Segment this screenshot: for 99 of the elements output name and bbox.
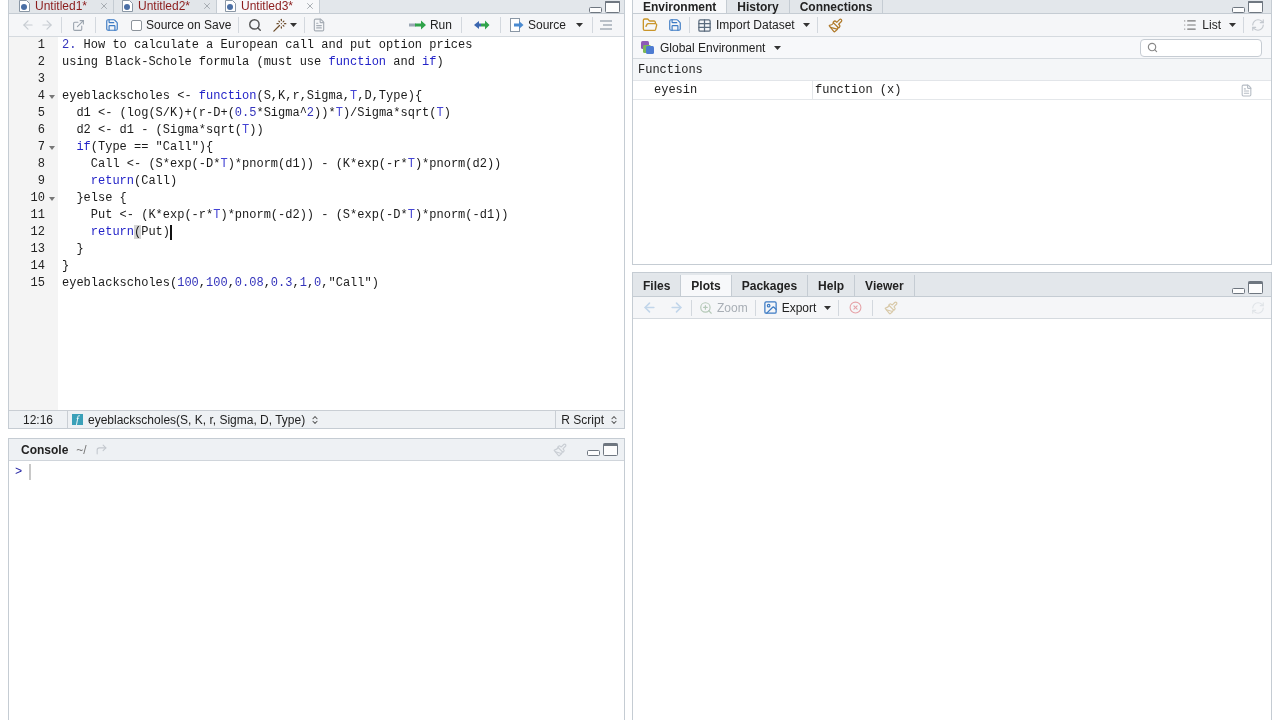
code-line: return(Put) <box>89 224 171 241</box>
code-line: if(Type == "Call"){ <box>75 139 214 156</box>
refresh-icon[interactable] <box>1251 18 1265 32</box>
folder-icon[interactable] <box>642 17 658 33</box>
code-line: eyeblackscholes(100,100,0.08,0.3,1,0,"Call") <box>62 275 379 292</box>
code-line: using Black-Schole formula (must use function and if) <box>62 54 444 71</box>
run-button[interactable]: Run <box>406 16 454 34</box>
minimize-icon[interactable] <box>589 7 602 13</box>
document-icon <box>225 0 236 12</box>
console-title: Console <box>21 441 69 459</box>
page-arrow-icon <box>509 18 524 32</box>
console-prompt: > <box>15 464 24 481</box>
function-icon: f <box>72 414 83 425</box>
external-link-icon[interactable] <box>72 18 85 32</box>
minimize-icon[interactable] <box>1232 288 1245 294</box>
section-header: Functions <box>638 61 703 79</box>
maximize-icon[interactable] <box>1248 281 1263 294</box>
file-type-selector[interactable]: R Script <box>556 410 624 429</box>
pane-tab[interactable]: Plots <box>681 275 732 296</box>
checkbox[interactable] <box>131 19 142 31</box>
list-icon <box>1183 18 1198 32</box>
fold-arrow-icon[interactable] <box>48 145 55 150</box>
line-number: 5 <box>36 105 45 122</box>
document-icon <box>19 0 30 12</box>
environment-selector[interactable]: Global Environment <box>641 38 782 57</box>
close-icon[interactable] <box>99 1 109 11</box>
caret-icon <box>1229 23 1236 27</box>
line-number: 7 <box>36 139 45 156</box>
source-on-save-option[interactable]: Source on Save <box>131 16 232 34</box>
caret-icon <box>576 23 583 27</box>
caret-icon <box>290 23 298 27</box>
code-line: Call <- (S*exp(-D*T)*pnorm(d1)) - (K*exp(-r*T)*pnorm(d2)) <box>89 156 502 173</box>
cursor-position: 12:16 <box>22 411 54 429</box>
save-icon[interactable] <box>105 18 119 32</box>
maximize-icon[interactable] <box>603 443 618 456</box>
brush-icon[interactable] <box>827 17 843 33</box>
line-number: 3 <box>36 71 45 88</box>
source-button[interactable]: Source <box>507 16 585 34</box>
document-icon <box>122 0 133 12</box>
table-icon <box>697 17 712 33</box>
search-field[interactable] <box>1140 38 1262 57</box>
line-number: 6 <box>36 122 45 139</box>
document-icon[interactable] <box>312 18 327 32</box>
view-mode-button[interactable]: List <box>1183 16 1236 34</box>
import-dataset-button[interactable]: Import Dataset <box>697 16 810 34</box>
code-line: d1 <- (log(S/K)+(r-D+(0.5*Sigma^2))*T)/Sigma*sqrt(T) <box>75 105 451 122</box>
line-number: 10 <box>29 190 45 207</box>
fold-arrow-icon[interactable] <box>48 196 55 201</box>
close-icon[interactable] <box>202 1 212 11</box>
code-line: }else { <box>75 190 127 207</box>
minimize-icon[interactable] <box>587 450 600 456</box>
code-line: 2. How to calculate a European call and put option prices <box>62 37 473 54</box>
line-number: 2 <box>36 54 45 71</box>
line-number: 15 <box>29 275 45 292</box>
line-number: 12 <box>29 224 45 241</box>
variable-value: function (x) <box>814 82 902 99</box>
code-line: } <box>75 241 84 258</box>
pane-tab[interactable]: Environment <box>633 0 728 13</box>
brush-icon[interactable] <box>884 300 899 315</box>
code-line: } <box>62 258 70 275</box>
caret-icon <box>802 23 810 27</box>
search-icon <box>1147 42 1158 53</box>
squares-icon <box>641 41 654 54</box>
lines-icon[interactable] <box>600 19 612 31</box>
caret-icon <box>824 305 832 310</box>
zoom-in-icon <box>699 300 713 315</box>
code-line: eyeblackscholes <- function(S,K,r,Sigma,T,D,Type){ <box>62 88 423 105</box>
brush-icon[interactable] <box>553 442 567 457</box>
image-icon <box>762 300 778 315</box>
variable-name: eyesin <box>654 82 698 99</box>
save-icon[interactable] <box>668 18 682 32</box>
arrow-icon[interactable] <box>94 443 108 456</box>
caret-icon <box>774 45 782 50</box>
export-button[interactable]: Export <box>762 298 832 317</box>
maximize-icon[interactable] <box>1248 1 1263 13</box>
code-line: Put <- (K*exp(-r*T)*pnorm(-d2)) - (S*exp(-D*T)*pnorm(-d1)) <box>89 207 509 224</box>
fold-arrow-icon[interactable] <box>48 94 55 99</box>
circle-x-icon[interactable] <box>849 301 863 314</box>
maximize-icon[interactable] <box>605 1 620 13</box>
line-number: 1 <box>36 37 45 54</box>
line-number: 9 <box>36 173 45 190</box>
line-number: 8 <box>36 156 45 173</box>
minimize-icon[interactable] <box>1232 7 1245 13</box>
code-line: return(Call) <box>89 173 178 190</box>
close-icon[interactable] <box>305 1 315 11</box>
up-down-arrows-icon <box>609 414 619 425</box>
editor-tab[interactable]: Untitled3* <box>217 0 320 13</box>
scope-selector[interactable]: eyeblackscholes(S, K, r, Sigma, D, Type) <box>88 410 321 429</box>
line-number: 11 <box>29 207 45 224</box>
wand-icon[interactable] <box>272 17 288 33</box>
up-down-arrows-icon <box>310 414 321 425</box>
line-number: 14 <box>29 258 45 275</box>
working-directory: ~/ <box>76 441 87 459</box>
code-line: d2 <- d1 - (Sigma*sqrt(T)) <box>75 122 264 139</box>
arrow-right-icon <box>408 20 427 30</box>
line-number: 4 <box>36 88 45 105</box>
search-icon[interactable] <box>248 18 263 32</box>
document-icon[interactable] <box>1240 83 1253 97</box>
line-number: 13 <box>29 241 45 258</box>
